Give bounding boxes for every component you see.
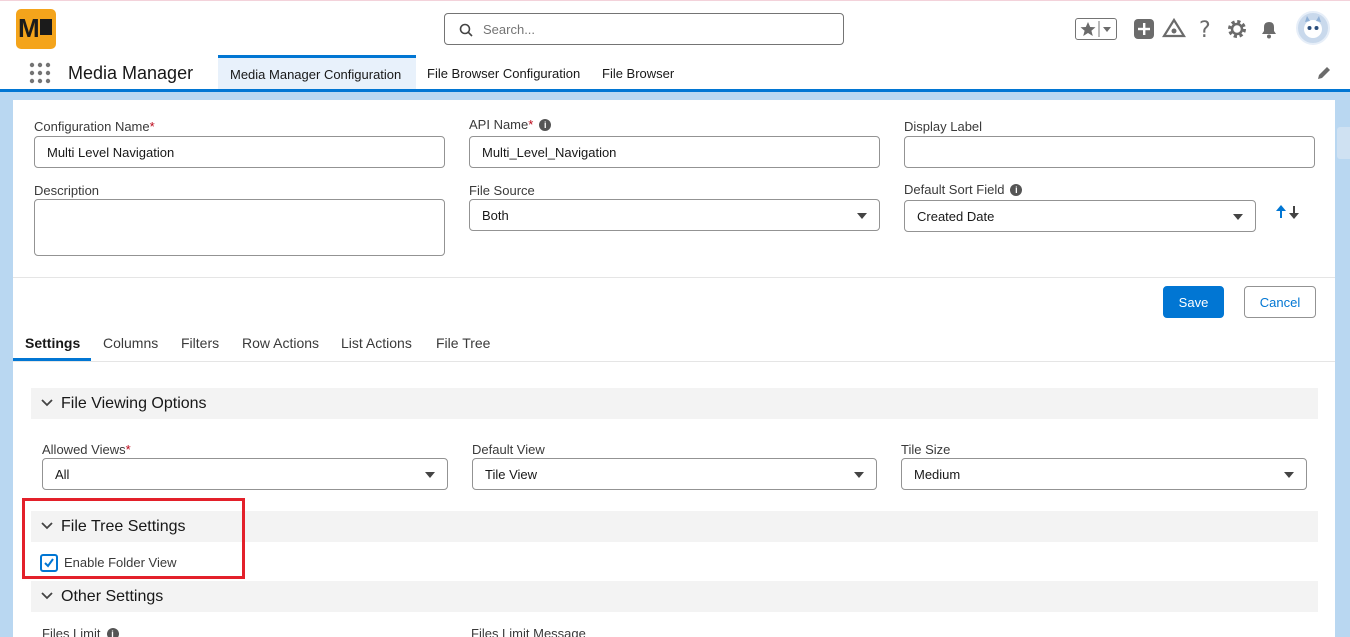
section-file-viewing-options[interactable]: File Viewing Options [31, 388, 1318, 419]
avatar[interactable] [1296, 11, 1330, 45]
file-source-select[interactable]: Both [469, 199, 880, 231]
save-button[interactable]: Save [1163, 286, 1224, 318]
chevron-down-icon [41, 592, 53, 600]
tab-settings[interactable]: Settings [25, 335, 80, 351]
cancel-button[interactable]: Cancel [1244, 286, 1316, 318]
files-limit-message-label: Files Limit Message [471, 626, 586, 637]
tab-list-actions[interactable]: List Actions [341, 335, 412, 351]
configuration-name-field[interactable]: Multi Level Navigation [34, 136, 445, 168]
description-label: Description [34, 183, 100, 198]
info-icon[interactable]: i [106, 628, 119, 637]
description-field[interactable] [34, 199, 445, 256]
global-header: M Search... ? Media Manager Media Manage… [0, 0, 1350, 91]
tab-filters[interactable]: Filters [181, 335, 219, 351]
add-icon[interactable] [1132, 17, 1156, 41]
file-source-value: Both [482, 208, 509, 223]
section-title: File Viewing Options [61, 395, 207, 412]
tile-size-select[interactable]: Medium [901, 458, 1307, 490]
nav-tab-media-manager-configuration[interactable]: Media Manager Configuration [218, 55, 416, 91]
pencil-icon[interactable] [1316, 65, 1332, 81]
default-sort-field-select[interactable]: Created Date [904, 200, 1256, 232]
tile-size-label: Tile Size [901, 442, 951, 457]
trailhead-icon[interactable] [1162, 17, 1186, 41]
default-view-value: Tile View [485, 467, 538, 482]
chevron-down-icon [854, 472, 864, 478]
default-view-label: Default View [472, 442, 545, 457]
tab-row-actions[interactable]: Row Actions [242, 335, 319, 351]
section-title: Other Settings [61, 588, 164, 605]
section-other-settings[interactable]: Other Settings [31, 581, 1318, 612]
tab-columns[interactable]: Columns [103, 335, 158, 351]
file-source-label: File Source [469, 183, 535, 198]
chevron-down-icon [41, 399, 53, 407]
search-icon [459, 23, 473, 37]
gear-icon[interactable] [1225, 17, 1249, 41]
side-panel-handle[interactable] [1337, 127, 1350, 159]
api-name-field[interactable]: Multi_Level_Navigation [469, 136, 880, 168]
tab-file-tree[interactable]: File Tree [436, 335, 490, 351]
display-label-field[interactable] [904, 136, 1315, 168]
user-avatar-icon [1304, 16, 1322, 38]
default-view-select[interactable]: Tile View [472, 458, 877, 490]
allowed-views-label: Allowed Views* [42, 442, 131, 457]
files-limit-label: Files Limit i [42, 626, 119, 637]
configuration-name-label: Configuration Name* [34, 119, 155, 134]
bell-icon[interactable] [1257, 17, 1281, 41]
display-label-label: Display Label [904, 119, 983, 134]
star-icon [1080, 21, 1111, 37]
nav-tab-file-browser-configuration[interactable]: File Browser Configuration [415, 55, 592, 91]
allowed-views-value: All [55, 467, 70, 482]
favorites-button[interactable] [1075, 18, 1117, 40]
allowed-views-select[interactable]: All [42, 458, 448, 490]
chevron-down-icon [1284, 472, 1294, 478]
help-icon[interactable]: ? [1193, 17, 1217, 41]
default-sort-field-label: Default Sort Field i [904, 182, 1023, 197]
divider [13, 361, 1335, 362]
chevron-down-icon [857, 213, 867, 219]
default-sort-field-value: Created Date [917, 209, 995, 224]
highlight-box [22, 498, 245, 579]
info-icon[interactable]: i [539, 119, 552, 131]
divider [13, 277, 1335, 278]
svg-text:?: ? [1199, 18, 1211, 41]
search-input[interactable]: Search... [444, 13, 844, 45]
nav-tab-file-browser[interactable]: File Browser [590, 55, 686, 91]
sort-direction-icon[interactable] [1274, 204, 1304, 220]
chevron-down-icon [425, 472, 435, 478]
chevron-down-icon [1233, 214, 1243, 220]
app-logo[interactable]: M [16, 9, 56, 49]
search-placeholder: Search... [483, 22, 536, 37]
tile-size-value: Medium [914, 467, 961, 482]
app-name: Media Manager [68, 63, 194, 83]
info-icon[interactable]: i [1010, 184, 1023, 196]
app-launcher-icon[interactable] [28, 61, 52, 85]
api-name-label: API Name* i [469, 117, 552, 132]
